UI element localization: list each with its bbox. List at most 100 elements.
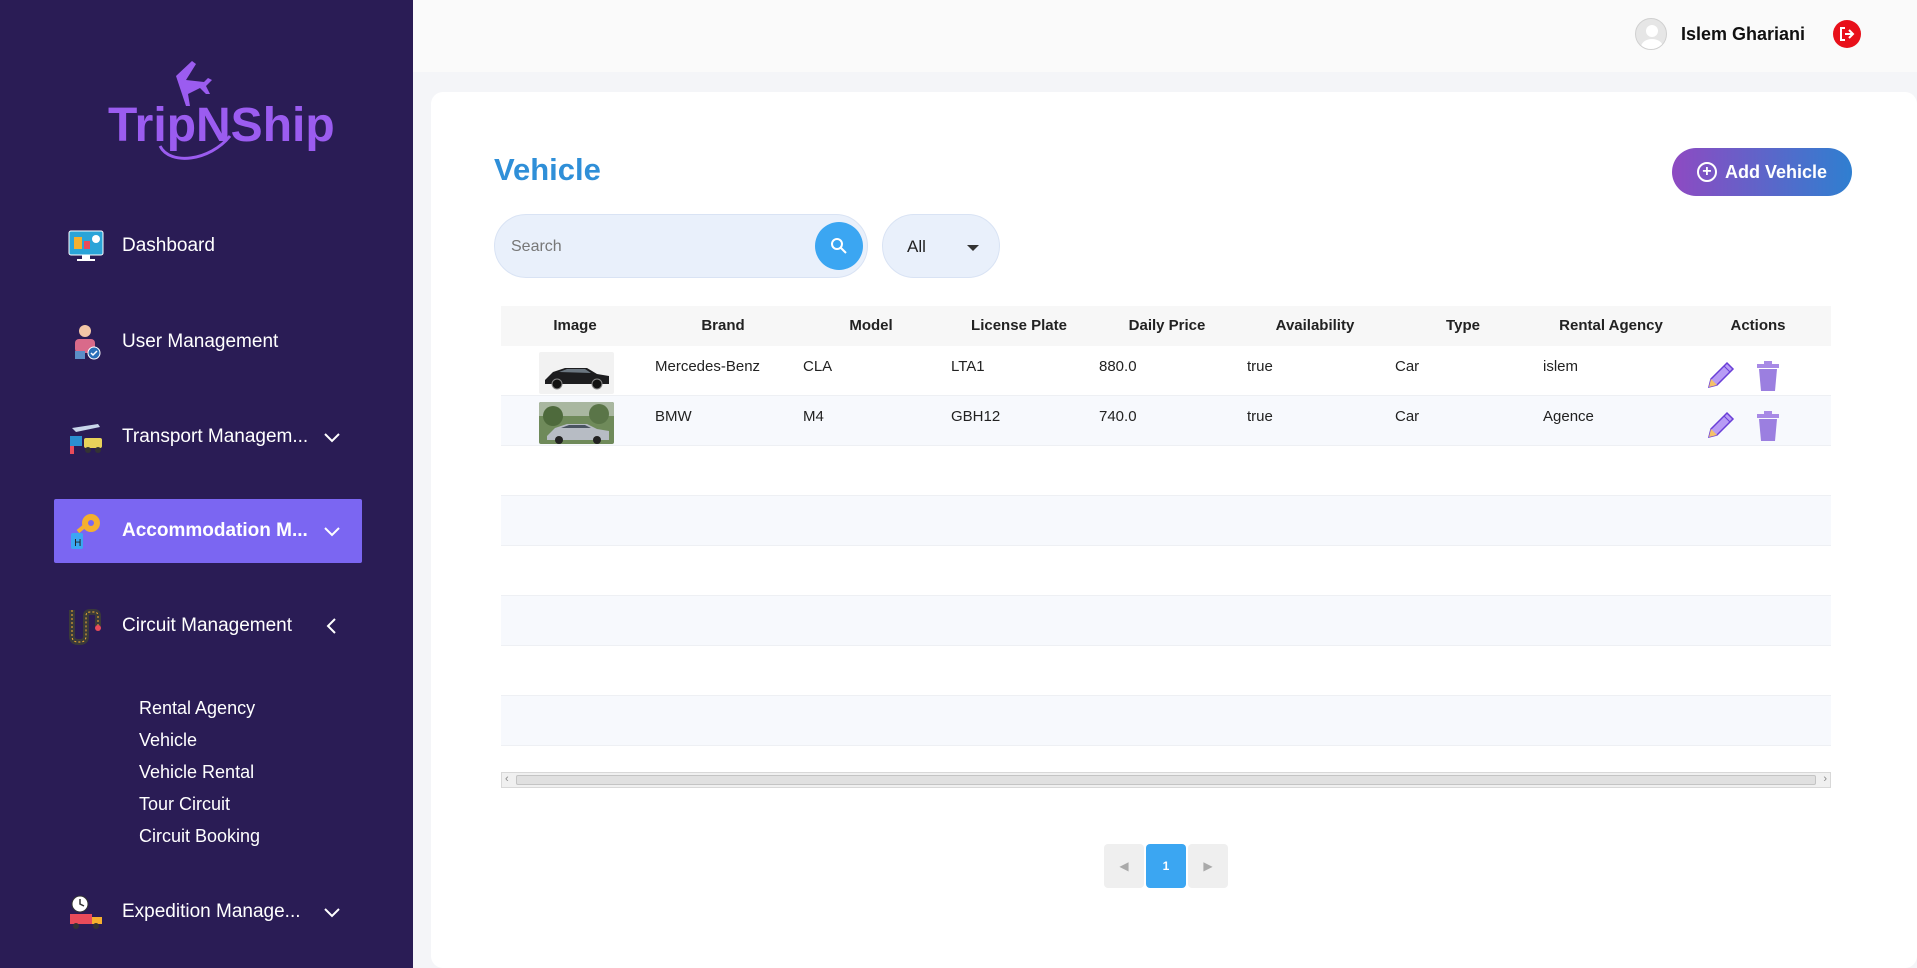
license-plate-cell: LTA1	[951, 358, 985, 375]
search-input[interactable]	[511, 235, 791, 259]
column-header[interactable]: Availability	[1241, 306, 1389, 346]
car-photo-bmw	[539, 402, 614, 444]
sidebar-item-user-management[interactable]: User Management	[54, 310, 362, 374]
user-name: Islem Ghariani	[1680, 23, 1805, 44]
delete-trash-icon[interactable]	[1751, 409, 1785, 443]
accommodation-key-icon: H	[64, 511, 108, 551]
circuit-road-icon	[64, 606, 108, 646]
sidebar-item-expedition[interactable]: Expedition Manage...	[54, 880, 362, 944]
column-header[interactable]: Model	[797, 306, 945, 346]
submenu-item-vehicle[interactable]: Vehicle	[139, 724, 260, 756]
column-header[interactable]: Image	[501, 306, 649, 346]
edit-pencil-icon[interactable]	[1703, 359, 1737, 393]
availability-cell: true	[1247, 358, 1273, 375]
actions-cell	[1685, 346, 1831, 395]
empty-table-row	[501, 496, 1831, 546]
license-plate-cell: GBH12	[951, 408, 1001, 425]
add-vehicle-button[interactable]: + Add Vehicle	[1672, 148, 1852, 196]
rental-agency-cell: islem	[1543, 358, 1579, 375]
sidebar: TripNShip Dashboard User Management Tran…	[0, 0, 413, 968]
scroll-right-arrow-icon[interactable]: ›	[1823, 773, 1827, 785]
empty-table-row	[501, 646, 1831, 696]
expedition-delivery-icon	[64, 892, 108, 932]
empty-table-row	[501, 546, 1831, 596]
delete-trash-icon[interactable]	[1751, 359, 1785, 393]
model-cell: M4	[803, 408, 824, 425]
page-number-button[interactable]: 1	[1146, 844, 1186, 888]
model-cell: CLA	[803, 358, 833, 375]
vehicle-image-cell	[501, 346, 649, 395]
chevron-down-icon	[324, 908, 340, 918]
sidebar-item-label: User Management	[122, 331, 279, 352]
type-cell: Car	[1395, 358, 1420, 375]
sidebar-item-circuit[interactable]: Circuit Management	[54, 594, 362, 658]
pagination: ◀ 1 ▶	[1104, 844, 1228, 888]
sidebar-item-transport[interactable]: Transport Managem...	[54, 405, 362, 469]
rental-agency-cell: Agence	[1543, 408, 1594, 425]
logout-button[interactable]	[1833, 20, 1861, 48]
top-bar: Islem Ghariani	[413, 0, 1917, 72]
chevron-left-icon	[326, 618, 336, 634]
empty-table-row	[501, 446, 1831, 496]
brand-cell: Mercedes-Benz	[655, 358, 761, 375]
submenu-item-tour-circuit[interactable]: Tour Circuit	[139, 788, 260, 820]
avatar[interactable]	[1634, 18, 1667, 50]
chevron-down-icon	[324, 433, 340, 443]
car-photo-mercedes	[539, 352, 614, 394]
sidebar-item-label: Circuit Management	[122, 615, 293, 636]
column-header: Actions	[1730, 317, 1786, 334]
user-management-icon	[64, 322, 108, 362]
page-title: Vehicle	[494, 152, 601, 187]
daily-price-cell: 880.0	[1099, 358, 1137, 375]
empty-table-row	[501, 696, 1831, 746]
next-page-button[interactable]: ▶	[1188, 844, 1228, 888]
tripnship-logo[interactable]: TripNShip	[100, 56, 340, 166]
sidebar-item-accommodation[interactable]: H Accommodation M...	[54, 499, 362, 563]
sidebar-item-label: Dashboard	[122, 235, 215, 256]
plus-circle-icon: +	[1696, 162, 1717, 182]
type-cell: Car	[1395, 408, 1420, 425]
submenu-item-vehicle-rental[interactable]: Vehicle Rental	[139, 756, 260, 788]
empty-table-row	[501, 596, 1831, 646]
column-header[interactable]: Brand	[649, 306, 797, 346]
chevron-down-icon	[324, 527, 340, 537]
table-header: Image Brand Model License Plate Daily Pr…	[501, 306, 1831, 346]
table-row[interactable]: BMW M4 GBH12 740.0 true Car Agence	[501, 396, 1831, 446]
submenu-item-rental-agency[interactable]: Rental Agency	[139, 692, 260, 724]
sidebar-item-label: Expedition Manage...	[122, 901, 301, 922]
vehicle-image-cell	[501, 396, 649, 445]
logo-wordmark: TripNShip	[108, 99, 335, 152]
logout-icon	[1840, 27, 1855, 41]
search-icon	[831, 238, 847, 254]
type-filter-select[interactable]: All	[882, 214, 1000, 278]
search-button[interactable]	[815, 222, 863, 270]
transport-icon	[64, 417, 108, 457]
column-header[interactable]: Type	[1389, 306, 1537, 346]
sidebar-item-label: Accommodation M...	[122, 520, 308, 541]
caret-down-icon	[967, 245, 979, 251]
search-box	[494, 214, 868, 278]
brand-cell: BMW	[655, 408, 692, 425]
column-header[interactable]: Rental Agency	[1537, 306, 1685, 346]
scroll-left-arrow-icon[interactable]: ‹	[505, 773, 509, 785]
actions-cell	[1685, 396, 1831, 445]
availability-cell: true	[1247, 408, 1273, 425]
previous-page-button[interactable]: ◀	[1104, 844, 1144, 888]
sidebar-item-label: Transport Managem...	[122, 426, 309, 447]
dashboard-monitor-icon	[64, 226, 108, 266]
scrollbar-thumb[interactable]	[516, 775, 1816, 785]
column-header[interactable]: License Plate	[945, 306, 1093, 346]
sidebar-item-dashboard[interactable]: Dashboard	[54, 214, 362, 278]
vehicle-table: Image Brand Model License Plate Daily Pr…	[501, 306, 1831, 746]
svg-text:H: H	[74, 538, 82, 549]
user-menu[interactable]: Islem Ghariani	[1634, 18, 1861, 50]
edit-pencil-icon[interactable]	[1703, 409, 1737, 443]
column-header[interactable]: Daily Price	[1093, 306, 1241, 346]
main-card: Vehicle + Add Vehicle All Image Brand Mo…	[431, 92, 1917, 968]
submenu-item-circuit-booking[interactable]: Circuit Booking	[139, 820, 260, 852]
horizontal-scrollbar[interactable]: ‹ ›	[501, 772, 1831, 788]
daily-price-cell: 740.0	[1099, 408, 1137, 425]
table-row[interactable]: Mercedes-Benz CLA LTA1 880.0 true Car is…	[501, 346, 1831, 396]
circuit-submenu: Rental Agency Vehicle Vehicle Rental Tou…	[139, 692, 260, 852]
add-vehicle-label: Add Vehicle	[1724, 161, 1828, 182]
